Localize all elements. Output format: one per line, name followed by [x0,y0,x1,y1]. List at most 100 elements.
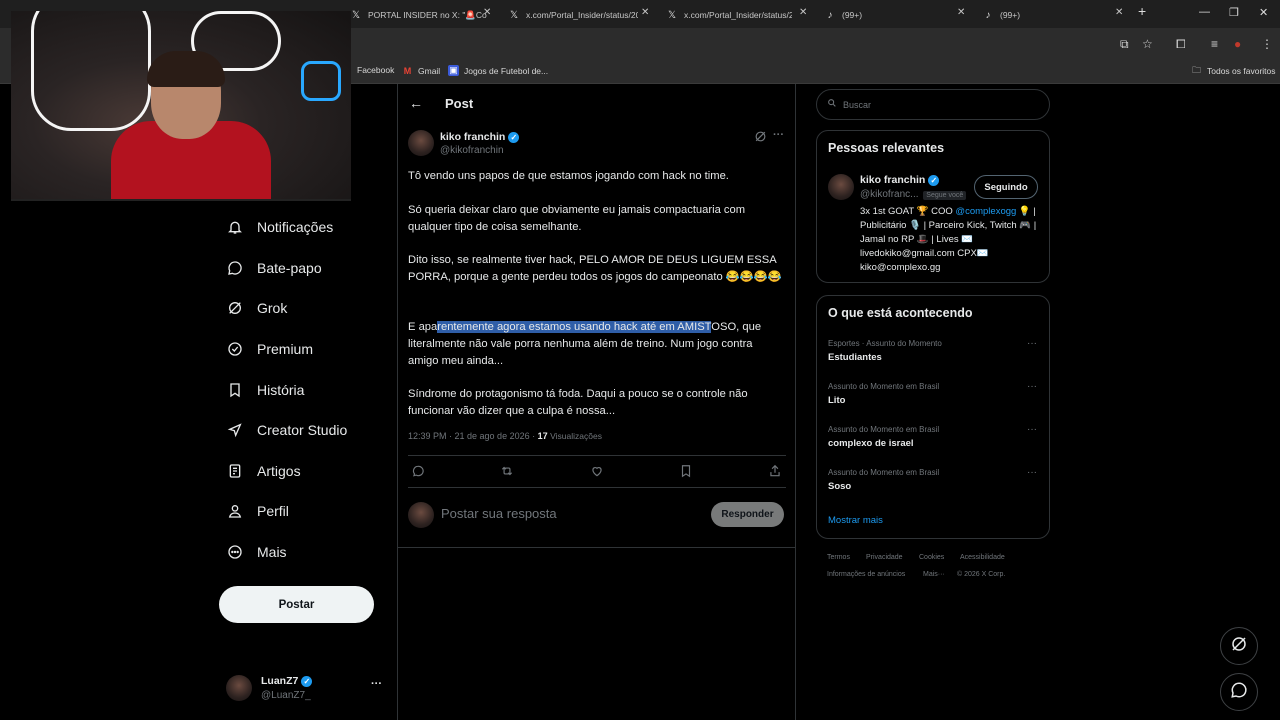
reply-input[interactable]: Postar sua resposta [441,506,557,521]
close-icon[interactable]: ✕ [641,7,649,18]
nav-notifications[interactable]: Notificações [226,210,333,244]
post-metadata: 12:39 PM · 21 de ago de 2026 · 17 Visual… [408,431,602,441]
premium-icon [226,340,244,358]
post-paragraph: Dito isso, se realmente tiver hack, PELO… [408,254,782,283]
copyright: © 2026 X Corp. [957,571,1006,578]
nav-premium[interactable]: Premium [226,332,313,366]
post-menu-icon[interactable]: ··· [773,129,784,141]
menu-dots-icon[interactable]: ⋮ [1261,37,1273,51]
views-label: Visualizações [550,431,602,441]
like-icon[interactable] [589,463,605,479]
browser-tab[interactable]: 𝕏 PORTAL INSIDER no X: "🚨Co [350,4,490,26]
browser-tab[interactable]: ♪ (99+) [824,4,944,26]
close-icon[interactable]: ✕ [1115,7,1123,18]
post-button[interactable]: Postar [219,586,374,623]
views-count: 17 [537,431,548,441]
search-input[interactable]: Buscar [816,89,1050,120]
footer-link[interactable]: Termos [827,554,850,561]
nav-more[interactable]: Mais [226,535,287,569]
verified-badge-icon: ✓ [508,131,520,143]
card-title: Pessoas relevantes [828,141,945,155]
avatar [226,675,252,701]
reply-icon[interactable] [410,463,426,479]
streamer-hair [147,51,225,87]
footer-link[interactable]: Acessibilidade [960,554,1005,561]
footer-link[interactable]: Privacidade [866,554,903,561]
close-icon[interactable]: ✕ [799,7,807,18]
post-paragraph: E aparentemente agora estamos usando hac… [408,321,762,367]
close-icon[interactable]: ✕ [957,7,965,18]
extensions-icon[interactable]: ⧠ [1176,37,1186,52]
verified-badge-icon: ✓ [301,675,313,687]
all-favorites[interactable]: 🗀 Todos os favoritos [1191,65,1276,76]
nav-chat[interactable]: Bate-papo [226,251,322,285]
relevant-name[interactable]: kiko franchin [860,174,925,186]
author-handle[interactable]: @kikofranchin [440,145,504,156]
tiktok-icon: ♪ [985,9,991,21]
nav-articles[interactable]: Artigos [226,454,301,488]
repost-icon[interactable] [499,463,515,479]
footer-link[interactable]: Mais··· [923,571,945,578]
trend-name[interactable]: complexo de israel [828,438,914,449]
page-title: Post [445,96,474,111]
trend-menu-icon[interactable]: ··· [1027,467,1037,478]
mention-link[interactable]: @complexogg [955,206,1016,217]
account-switcher[interactable]: LuanZ7 ✓ @LuanZ7_ ··· [226,672,386,708]
bookmark-item[interactable]: M Gmail [402,65,440,76]
new-tab-button[interactable]: + [1138,3,1146,19]
tiktok-icon: ♪ [827,9,833,21]
account-menu-icon[interactable]: ··· [371,678,382,690]
media-controls-icon[interactable]: ≡ [1211,37,1218,51]
post-timestamp[interactable]: 12:39 PM · 21 de ago de 2026 · [408,431,538,441]
footer-link[interactable]: Informações de anúncios [827,571,905,578]
card-title: O que está acontecendo [828,306,973,320]
trend-menu-icon[interactable]: ··· [1027,424,1037,435]
restore-icon[interactable]: ❐ [1229,6,1239,19]
bell-icon [226,218,244,236]
browser-tab[interactable]: ♪ (99+) [982,4,1102,26]
trends-card: O que está acontecendo Esportes · Assunt… [816,295,1050,539]
install-app-icon[interactable]: ⧉ [1120,37,1129,52]
minimize-icon[interactable]: — [1199,6,1210,18]
bookmark-item[interactable]: ▣ Jogos de Futebol de... [448,65,548,76]
trend-name[interactable]: Soso [828,481,851,492]
trend-menu-icon[interactable]: ··· [1027,381,1037,392]
account-handle: @LuanZ7_ [261,690,311,701]
nav-creator-studio[interactable]: Creator Studio [226,413,347,447]
show-more-link[interactable]: Mostrar mais [828,515,883,526]
share-icon[interactable] [767,463,783,479]
grok-fab[interactable] [1220,627,1258,665]
close-window-icon[interactable]: ✕ [1259,6,1268,19]
nav-grok[interactable]: Grok [226,291,287,325]
profile-avatar-icon[interactable]: ● [1234,37,1241,51]
footer-link[interactable]: Cookies [919,554,944,561]
post-paragraph: Só queria deixar claro que obviamente eu… [408,204,746,233]
avatar[interactable] [828,174,854,200]
messages-fab[interactable] [1220,673,1258,711]
author-avatar[interactable] [408,130,434,156]
nav-profile[interactable]: Perfil [226,494,289,528]
follows-you-badge: Segue você [923,191,967,200]
back-arrow-icon[interactable]: ← [409,95,423,111]
trend-name[interactable]: Lito [828,395,845,406]
bookmark-item[interactable]: Facebook [357,65,394,75]
divider [408,455,786,456]
trend-category: Assunto do Momento em Brasil [828,468,940,477]
x-icon: 𝕏 [509,9,519,21]
trend-menu-icon[interactable]: ··· [1027,338,1037,349]
article-icon [226,462,244,480]
following-button[interactable]: Seguindo [974,175,1038,199]
grok-icon[interactable] [754,130,767,148]
bookmark-icon[interactable] [678,463,694,479]
browser-tab[interactable]: 𝕏x.com/Portal_Insider/status/20 [666,4,792,26]
author-name[interactable]: kiko franchin [440,131,505,143]
star-icon[interactable]: ☆ [1142,37,1153,51]
close-icon[interactable]: ✕ [483,7,491,18]
trend-name[interactable]: Estudiantes [828,352,882,363]
search-icon [827,98,837,111]
nav-historia[interactable]: História [226,373,304,407]
relevant-bio: 3x 1st GOAT 🏆 COO @complexogg 💡 | Public… [860,206,1037,273]
browser-tab[interactable]: 𝕏x.com/Portal_Insider/status/20 [508,4,638,26]
trend-category: Assunto do Momento em Brasil [828,425,940,434]
reply-button[interactable]: Responder [711,502,784,527]
